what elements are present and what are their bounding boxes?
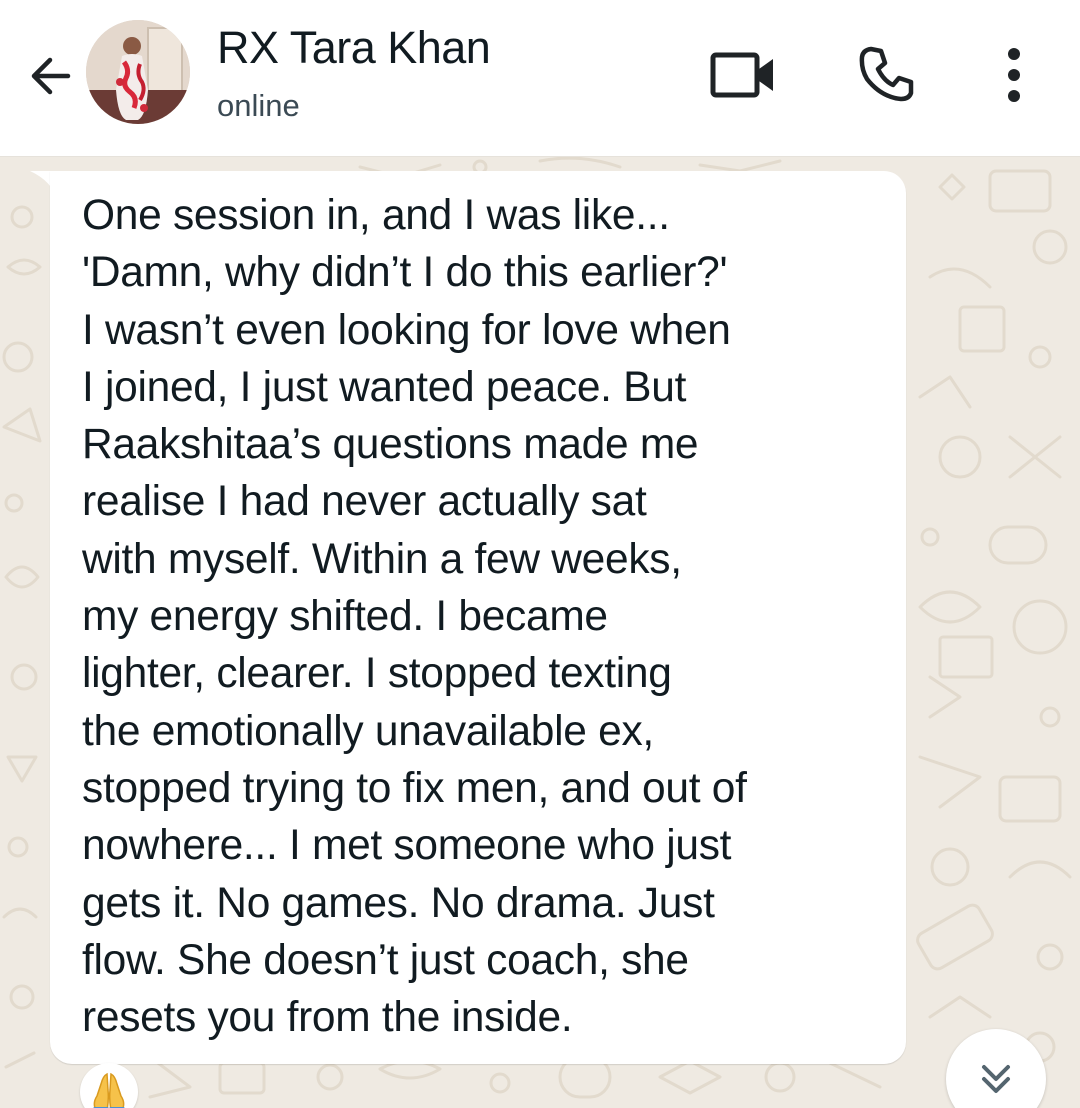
avatar[interactable] (86, 20, 190, 124)
phone-icon (859, 46, 914, 102)
video-call-button[interactable] (706, 42, 782, 108)
message-reaction[interactable] (80, 1063, 138, 1108)
more-vertical-icon (1008, 48, 1020, 102)
contact-status: online (217, 88, 300, 123)
chat-header: RX Tara Khan online (0, 0, 1080, 157)
voice-call-button[interactable] (852, 38, 922, 108)
contact-name[interactable]: RX Tara Khan (217, 22, 491, 74)
folded-hands-icon (93, 1072, 125, 1108)
message-bubble[interactable]: One session in, and I was like... 'Damn,… (50, 171, 906, 1064)
chat-area[interactable]: One session in, and I was like... 'Damn,… (0, 157, 1080, 1108)
double-chevron-down-icon (982, 1065, 1010, 1093)
arrow-left-icon (31, 57, 71, 95)
back-button[interactable] (20, 46, 80, 106)
message-text: One session in, and I was like... 'Damn,… (82, 192, 747, 1042)
avatar-photo (86, 20, 190, 124)
more-options-button[interactable] (990, 38, 1038, 112)
video-camera-icon (710, 52, 773, 98)
